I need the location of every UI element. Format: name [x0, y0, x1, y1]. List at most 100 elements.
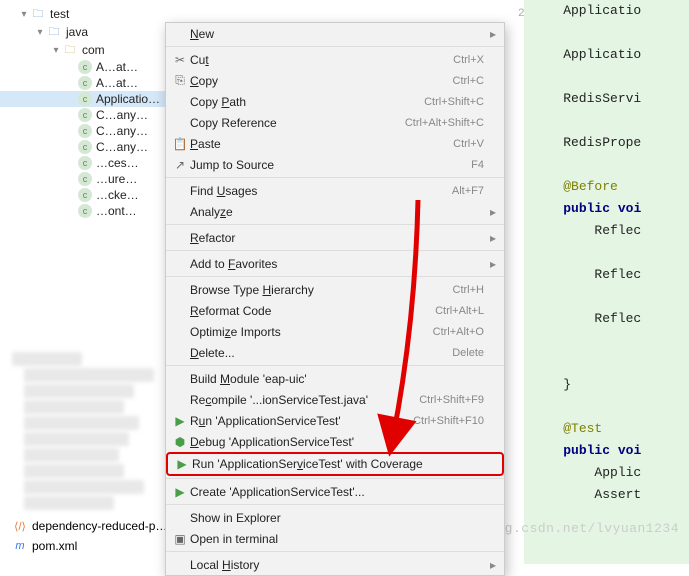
shortcut-label: Ctrl+Shift+F9: [419, 394, 484, 406]
tree-label: …ces…: [96, 156, 139, 170]
menu-item-debug-applicationservicetest[interactable]: ⬢Debug 'ApplicationServiceTest': [166, 431, 504, 452]
blurred-item: [24, 416, 139, 430]
class-icon: c: [78, 172, 92, 186]
menu-item-add-to-favorites[interactable]: Add to Favorites▸: [166, 253, 504, 274]
context-menu: New▸ ✂CutCtrl+X⎘CopyCtrl+CCopy PathCtrl+S…: [165, 22, 505, 576]
code-line: [532, 22, 689, 44]
menu-item-create-applicationservicetest[interactable]: ▶Create 'ApplicationServiceTest'...: [166, 481, 504, 502]
menu-item-run-applicationservicetest[interactable]: ▶Run 'ApplicationServiceTest'Ctrl+Shift+…: [166, 410, 504, 431]
code-line: }: [532, 374, 689, 396]
menu-item-recompile-ionservicetest-java[interactable]: Recompile '...ionServiceTest.java' Ctrl+S…: [166, 389, 504, 410]
code-line: [532, 286, 689, 308]
maven-file-icon: m: [12, 538, 28, 554]
class-icon: c: [78, 204, 92, 218]
tree-label: …ure…: [96, 172, 137, 186]
tree-label: …cke…: [96, 188, 139, 202]
tree-label: java: [66, 25, 88, 39]
submenu-arrow-icon: ▸: [484, 558, 496, 572]
menu-separator: [166, 478, 504, 479]
menu-item-new[interactable]: New▸: [166, 23, 504, 44]
blurred-item: [24, 368, 154, 382]
submenu-arrow-icon: ▸: [484, 27, 496, 41]
menu-item-optimize-imports[interactable]: Optimize ImportsCtrl+Alt+O: [166, 321, 504, 342]
menu-separator: [166, 46, 504, 47]
menu-item-copy-reference[interactable]: Copy ReferenceCtrl+Alt+Shift+C: [166, 112, 504, 133]
folder-icon: 🗀: [46, 24, 62, 40]
menu-separator: [166, 551, 504, 552]
code-line: Reflec: [532, 220, 689, 242]
menu-item-show-in-explorer[interactable]: Show in Explorer: [166, 507, 504, 528]
code-line: Applicatio: [532, 0, 689, 22]
menu-item-local-history[interactable]: Local History▸: [166, 554, 504, 575]
file-pom-xml[interactable]: m pom.xml: [12, 536, 167, 556]
code-line: [532, 66, 689, 88]
blurred-item: [24, 464, 124, 478]
menu-item-icon: ⎘: [170, 73, 190, 88]
blurred-item: [12, 352, 82, 366]
class-icon: c: [78, 76, 92, 90]
code-line: Assert: [532, 484, 689, 506]
submenu-arrow-icon: ▸: [484, 205, 496, 219]
tree-item-test[interactable]: ▾🗀test: [0, 5, 210, 23]
menu-item-icon: ▣: [170, 532, 190, 546]
menu-item-icon: ✂: [170, 53, 190, 67]
expand-arrow-icon[interactable]: ▾: [50, 45, 62, 56]
menu-item-reformat-code[interactable]: Reformat CodeCtrl+Alt+L: [166, 300, 504, 321]
shortcut-label: Ctrl+C: [453, 75, 484, 87]
menu-item-analyze[interactable]: Analyze▸: [166, 201, 504, 222]
menu-item-build-module-eap-uic[interactable]: Build Module 'eap-uic': [166, 368, 504, 389]
folder-icon: 🗀: [62, 42, 78, 58]
blurred-item: [24, 384, 134, 398]
menu-item-jump-to-source[interactable]: ↗Jump to SourceF4: [166, 154, 504, 175]
menu-item-run-applicationservicetest-with-coverage[interactable]: ▶Run 'ApplicationServiceTest' with Cover…: [166, 452, 504, 476]
menu-item-paste[interactable]: 📋PasteCtrl+V: [166, 133, 504, 154]
menu-item-label: Run 'ApplicationServiceTest' with Covera…: [192, 457, 482, 471]
expand-arrow-icon[interactable]: ▾: [18, 9, 30, 20]
blurred-item: [24, 432, 129, 446]
editor[interactable]: Applicatio Applicatio RedisServi RedisPr…: [524, 0, 689, 564]
code-line: [532, 242, 689, 264]
submenu-arrow-icon: ▸: [484, 231, 496, 245]
menu-item-label: Analyze: [190, 205, 484, 219]
menu-separator: [166, 177, 504, 178]
shortcut-label: Ctrl+V: [453, 138, 484, 150]
file-dependency-reduced[interactable]: ⟨/⟩ dependency-reduced-p…: [12, 516, 167, 536]
tree-label: C…any…: [96, 124, 148, 138]
code-line: RedisPrope: [532, 132, 689, 154]
code-line: [532, 154, 689, 176]
code-line: [532, 110, 689, 132]
menu-separator: [166, 250, 504, 251]
menu-item-label: Find Usages: [190, 184, 444, 198]
code-line: public voi: [532, 440, 689, 462]
menu-item-label: Open in terminal: [190, 532, 484, 546]
code-line: Reflec: [532, 264, 689, 286]
menu-item-label: Refactor: [190, 231, 484, 245]
tree-label: C…any…: [96, 140, 148, 154]
menu-item-browse-type-hierarchy[interactable]: Browse Type HierarchyCtrl+H: [166, 279, 504, 300]
blurred-item: [24, 480, 144, 494]
code-line: RedisServi: [532, 88, 689, 110]
menu-item-cut[interactable]: ✂CutCtrl+X: [166, 49, 504, 70]
menu-item-label: Recompile '...ionServiceTest.java': [190, 393, 411, 407]
menu-item-label: Show in Explorer: [190, 511, 484, 525]
code-line: Applicatio: [532, 44, 689, 66]
menu-separator: [166, 224, 504, 225]
class-icon: c: [78, 92, 92, 106]
submenu-arrow-icon: ▸: [484, 257, 496, 271]
menu-item-copy[interactable]: ⎘CopyCtrl+C: [166, 70, 504, 91]
tree-label: com: [82, 43, 105, 57]
menu-item-delete[interactable]: Delete...Delete: [166, 342, 504, 363]
menu-item-label: Browse Type Hierarchy: [190, 283, 445, 297]
expand-arrow-icon[interactable]: ▾: [34, 27, 46, 38]
menu-item-copy-path[interactable]: Copy PathCtrl+Shift+C: [166, 91, 504, 112]
shortcut-label: Ctrl+Alt+L: [435, 305, 484, 317]
shortcut-label: F4: [471, 159, 484, 171]
file-label: pom.xml: [32, 539, 77, 553]
menu-item-refactor[interactable]: Refactor▸: [166, 227, 504, 248]
menu-item-open-in-terminal[interactable]: ▣Open in terminal: [166, 528, 504, 549]
shortcut-label: Ctrl+Shift+F10: [413, 415, 484, 427]
menu-item-icon: ▶: [172, 457, 192, 471]
menu-item-find-usages[interactable]: Find UsagesAlt+F7: [166, 180, 504, 201]
menu-item-label: Copy Reference: [190, 116, 397, 130]
code-line: @Test: [532, 418, 689, 440]
